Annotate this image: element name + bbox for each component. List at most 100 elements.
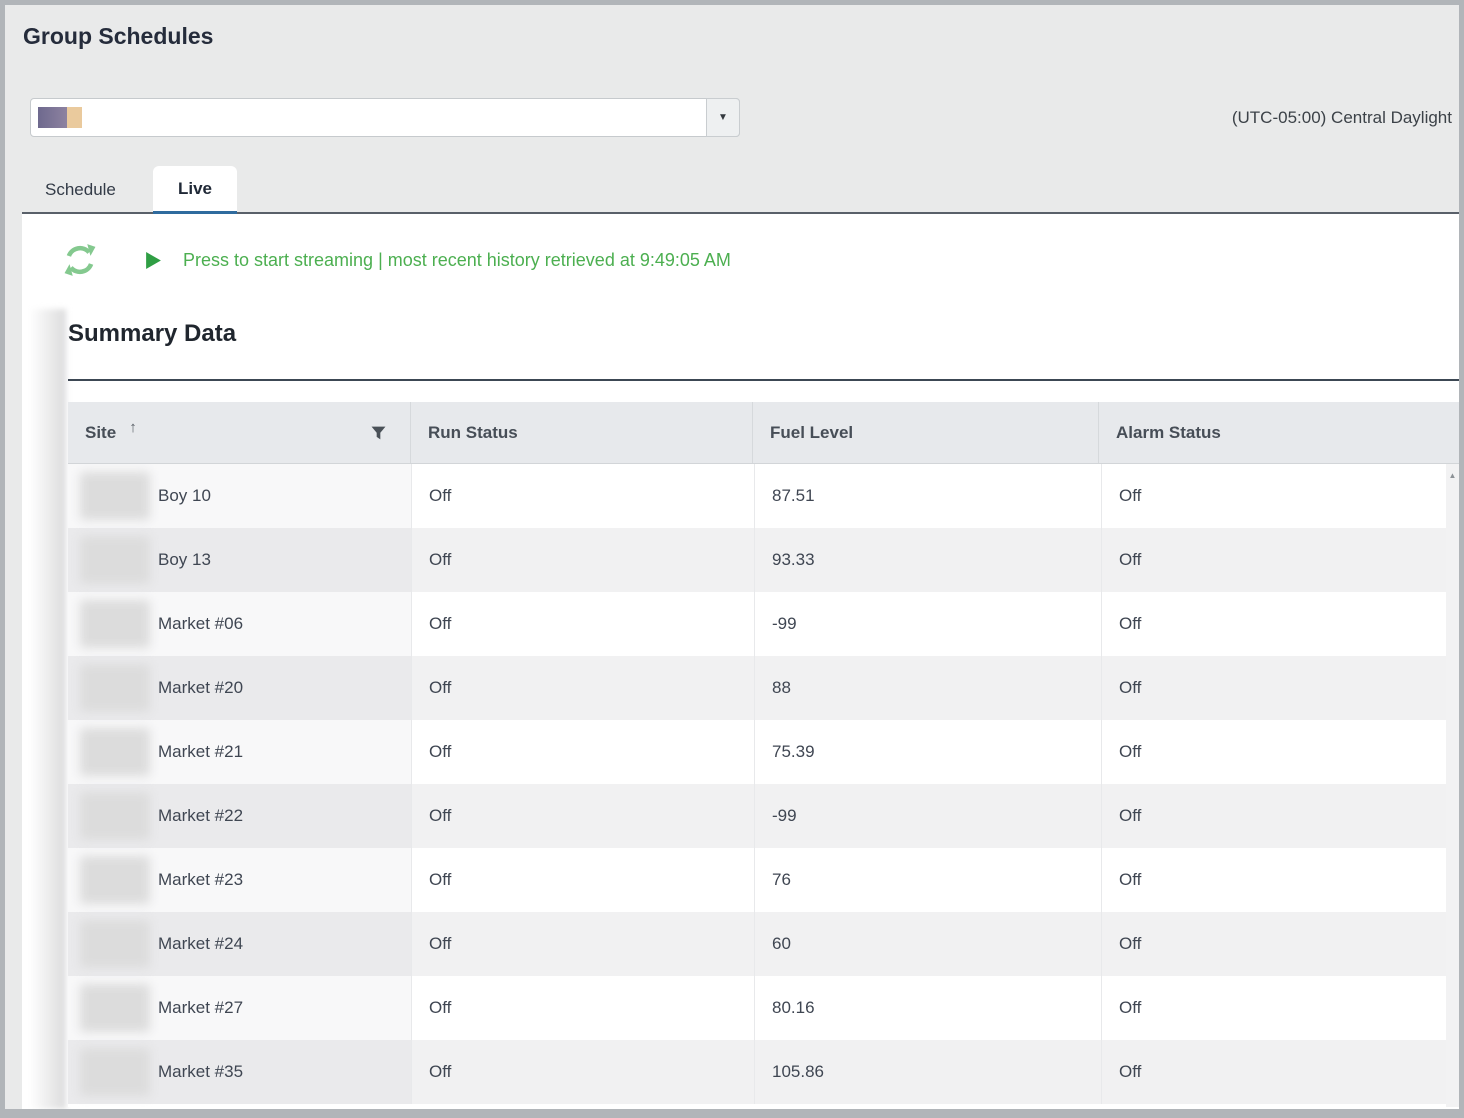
site-cell: Market #20	[68, 656, 412, 720]
fuel-level-value: 88	[755, 656, 1102, 720]
run-status-value: Off	[412, 784, 755, 848]
redacted-site-prefix	[80, 856, 150, 904]
app-window: Group Schedules ▼ (UTC-05:00) Central Da…	[0, 0, 1464, 1118]
redacted-site-prefix	[80, 728, 150, 776]
tab-bar-divider	[22, 212, 1459, 214]
alarm-status-value: Off	[1102, 464, 1446, 528]
redacted-site-prefix	[80, 792, 150, 840]
run-status-value: Off	[412, 528, 755, 592]
redacted-site-prefix	[80, 664, 150, 712]
run-status-value: Off	[412, 848, 755, 912]
redaction-block	[38, 107, 67, 128]
page-background: Group Schedules ▼ (UTC-05:00) Central Da…	[5, 5, 1459, 1109]
alarm-status-value: Off	[1102, 528, 1446, 592]
redacted-selected-value	[38, 107, 82, 128]
table-row[interactable]: Market #23 Off 76 Off	[68, 848, 1446, 912]
site-cell: Market #23	[68, 848, 412, 912]
table-row[interactable]: Market #24 Off 60 Off	[68, 912, 1446, 976]
table-header: Site ↑ Run Status Fuel Level	[68, 402, 1459, 464]
run-status-value: Off	[412, 912, 755, 976]
table-body: Boy 10 Off 87.51 Off Boy 13 Off 93.33 Of…	[68, 464, 1459, 1107]
site-cell: Market #22	[68, 784, 412, 848]
column-header-fuel-level[interactable]: Fuel Level	[753, 402, 1099, 463]
redacted-site-prefix	[80, 536, 150, 584]
site-name: Boy 13	[158, 550, 211, 570]
sort-ascending-icon: ↑	[129, 419, 137, 436]
column-label: Run Status	[428, 423, 518, 443]
site-cell: Market #35	[68, 1040, 412, 1104]
column-label: Alarm Status	[1116, 423, 1221, 443]
tab-live[interactable]: Live	[153, 166, 237, 214]
fuel-level-value: 93.33	[755, 528, 1102, 592]
fuel-level-value: -99	[755, 784, 1102, 848]
table-row[interactable]: Market #20 Off 88 Off	[68, 656, 1446, 720]
column-header-alarm-status[interactable]: Alarm Status	[1099, 402, 1442, 463]
column-label: Site	[85, 423, 116, 443]
table-row[interactable]: Market #35 Off 105.86 Off	[68, 1040, 1446, 1104]
header-scrollbar-spacer	[1442, 402, 1459, 463]
filter-funnel-icon[interactable]	[371, 426, 386, 440]
table-row[interactable]: Market #22 Off -99 Off	[68, 784, 1446, 848]
alarm-status-value: Off	[1102, 592, 1446, 656]
site-name: Boy 10	[158, 486, 211, 506]
site-name: Market #24	[158, 934, 243, 954]
tab-schedule[interactable]: Schedule	[25, 167, 136, 213]
table-row[interactable]: Boy 13 Off 93.33 Off	[68, 528, 1446, 592]
fuel-level-value: 75.39	[755, 720, 1102, 784]
run-status-value: Off	[412, 464, 755, 528]
alarm-status-value: Off	[1102, 976, 1446, 1040]
scroll-up-arrow-icon[interactable]: ▲	[1446, 471, 1459, 480]
site-name: Market #27	[158, 998, 243, 1018]
vertical-scrollbar[interactable]: ▲	[1446, 464, 1459, 1107]
group-select-dropdown[interactable]: ▼	[30, 98, 740, 137]
redacted-site-prefix	[80, 600, 150, 648]
table-rows-container: Boy 10 Off 87.51 Off Boy 13 Off 93.33 Of…	[68, 464, 1446, 1104]
alarm-status-value: Off	[1102, 912, 1446, 976]
table-row[interactable]: Market #21 Off 75.39 Off	[68, 720, 1446, 784]
summary-table: Site ↑ Run Status Fuel Level	[68, 402, 1459, 1108]
live-tab-panel: Press to start streaming | most recent h…	[22, 214, 1459, 1109]
fuel-level-value: 105.86	[755, 1040, 1102, 1104]
run-status-value: Off	[412, 592, 755, 656]
stream-controls: Press to start streaming | most recent h…	[60, 232, 731, 288]
site-name: Market #22	[158, 806, 243, 826]
play-button[interactable]	[145, 251, 162, 270]
site-name: Market #20	[158, 678, 243, 698]
page-title: Group Schedules	[23, 23, 213, 50]
site-name: Market #21	[158, 742, 243, 762]
run-status-value: Off	[412, 656, 755, 720]
site-cell: Boy 10	[68, 464, 412, 528]
redacted-site-prefix	[80, 984, 150, 1032]
column-label: Fuel Level	[770, 423, 853, 443]
alarm-status-value: Off	[1102, 848, 1446, 912]
site-cell: Market #06	[68, 592, 412, 656]
timezone-label: (UTC-05:00) Central Daylight	[1232, 98, 1452, 137]
run-status-value: Off	[412, 720, 755, 784]
fuel-level-value: 87.51	[755, 464, 1102, 528]
site-name: Market #06	[158, 614, 243, 634]
table-row[interactable]: Boy 10 Off 87.51 Off	[68, 464, 1446, 528]
column-header-run-status[interactable]: Run Status	[411, 402, 753, 463]
site-name: Market #35	[158, 1062, 243, 1082]
heading-rule	[68, 379, 1459, 381]
fuel-level-value: 76	[755, 848, 1102, 912]
run-status-value: Off	[412, 1040, 755, 1104]
site-cell: Market #24	[68, 912, 412, 976]
alarm-status-value: Off	[1102, 784, 1446, 848]
fuel-level-value: 80.16	[755, 976, 1102, 1040]
refresh-icon[interactable]	[60, 240, 100, 280]
site-name: Market #23	[158, 870, 243, 890]
redacted-site-prefix	[80, 472, 150, 520]
table-row[interactable]: Market #06 Off -99 Off	[68, 592, 1446, 656]
chevron-down-icon[interactable]: ▼	[706, 98, 740, 137]
redaction-smudge	[30, 309, 66, 1109]
fuel-level-value: -99	[755, 592, 1102, 656]
table-row[interactable]: Market #27 Off 80.16 Off	[68, 976, 1446, 1040]
run-status-value: Off	[412, 976, 755, 1040]
site-cell: Market #27	[68, 976, 412, 1040]
redacted-site-prefix	[80, 1048, 150, 1096]
redaction-block	[67, 107, 82, 128]
site-cell: Market #21	[68, 720, 412, 784]
column-header-site[interactable]: Site ↑	[68, 402, 411, 463]
alarm-status-value: Off	[1102, 1040, 1446, 1104]
